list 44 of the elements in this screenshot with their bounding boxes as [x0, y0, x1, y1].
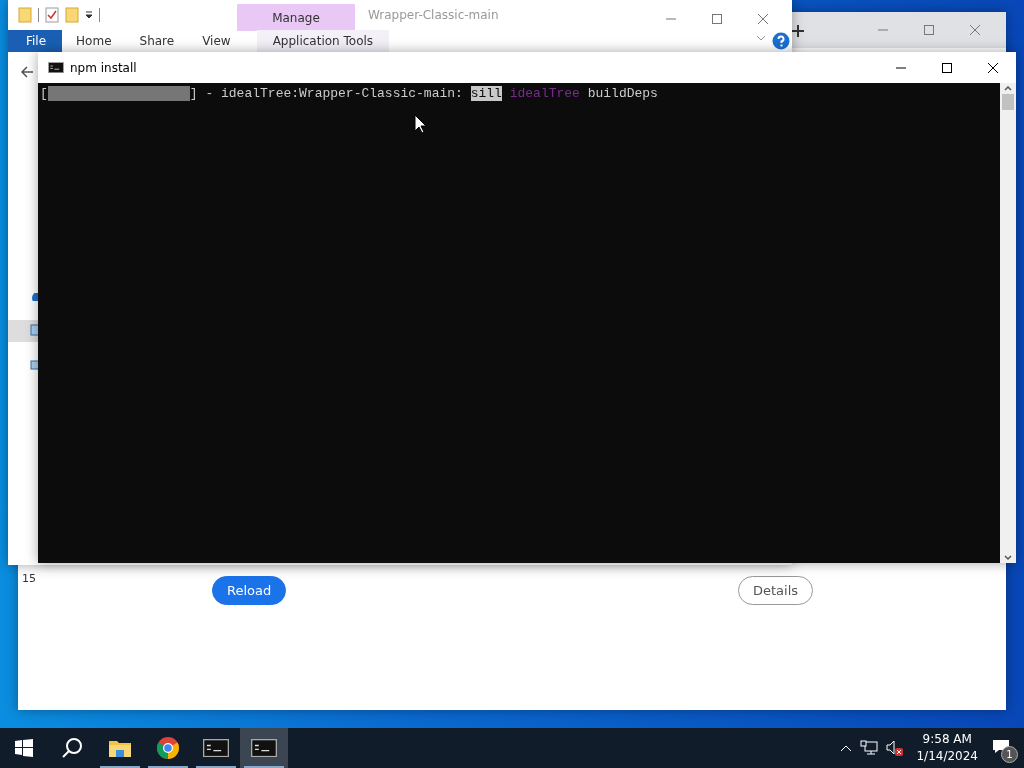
muted-speaker-icon[interactable] — [886, 740, 905, 756]
ribbon-tab[interactable]: View — [188, 30, 245, 52]
mouse-cursor-icon — [414, 114, 426, 134]
ribbon-tab[interactable]: Home — [62, 30, 126, 52]
dropdown-icon[interactable] — [85, 10, 93, 20]
console-icon — [251, 738, 277, 758]
ribbon-tab[interactable]: Share — [125, 30, 189, 52]
maximize-icon[interactable] — [941, 61, 953, 74]
ribbon-tab[interactable]: File — [8, 30, 63, 52]
window-title: npm install — [70, 60, 137, 75]
date-text: 1/14/2024 — [916, 748, 978, 765]
window-title: Wrapper-Classic-main — [368, 8, 499, 22]
status-text: 15 — [22, 572, 36, 585]
folder-icon — [108, 738, 132, 758]
context-group-label: Manage — [237, 4, 355, 31]
console-text: ] - idealTree:Wrapper-Classic-main: — [189, 85, 464, 101]
scroll-up-icon[interactable] — [1003, 83, 1013, 93]
back-arrow-icon[interactable] — [20, 66, 34, 78]
network-icon[interactable] — [860, 740, 879, 756]
help-icon[interactable] — [772, 32, 790, 50]
chevron-up-icon[interactable] — [840, 744, 853, 752]
console-icon — [203, 738, 229, 758]
search-icon[interactable] — [61, 737, 83, 759]
details-button[interactable]: Details — [738, 576, 814, 605]
taskbar-app[interactable] — [240, 728, 288, 768]
scroll-thumb[interactable] — [1002, 94, 1014, 110]
console-text: [ — [40, 85, 48, 101]
scrollbar[interactable] — [1000, 83, 1016, 563]
chrome-icon — [156, 736, 180, 760]
scroll-down-icon[interactable] — [1003, 553, 1013, 563]
notification-badge: 1 — [1001, 746, 1018, 763]
expand-ribbon-icon[interactable] — [756, 34, 766, 42]
close-icon[interactable] — [987, 61, 999, 74]
reload-button[interactable]: Reload — [212, 576, 287, 605]
log-level-label: sill — [470, 85, 502, 101]
ribbon-tab[interactable]: Application Tools — [256, 30, 390, 52]
properties-icon[interactable] — [45, 7, 59, 23]
console-icon — [48, 61, 64, 74]
console-text: buildDeps — [586, 85, 658, 101]
start-icon[interactable] — [15, 739, 33, 757]
console-text: idealTree — [508, 85, 580, 101]
cloud-icon[interactable] — [30, 293, 38, 301]
time-text: 9:58 AM — [922, 731, 972, 748]
folder-icon — [18, 7, 32, 23]
